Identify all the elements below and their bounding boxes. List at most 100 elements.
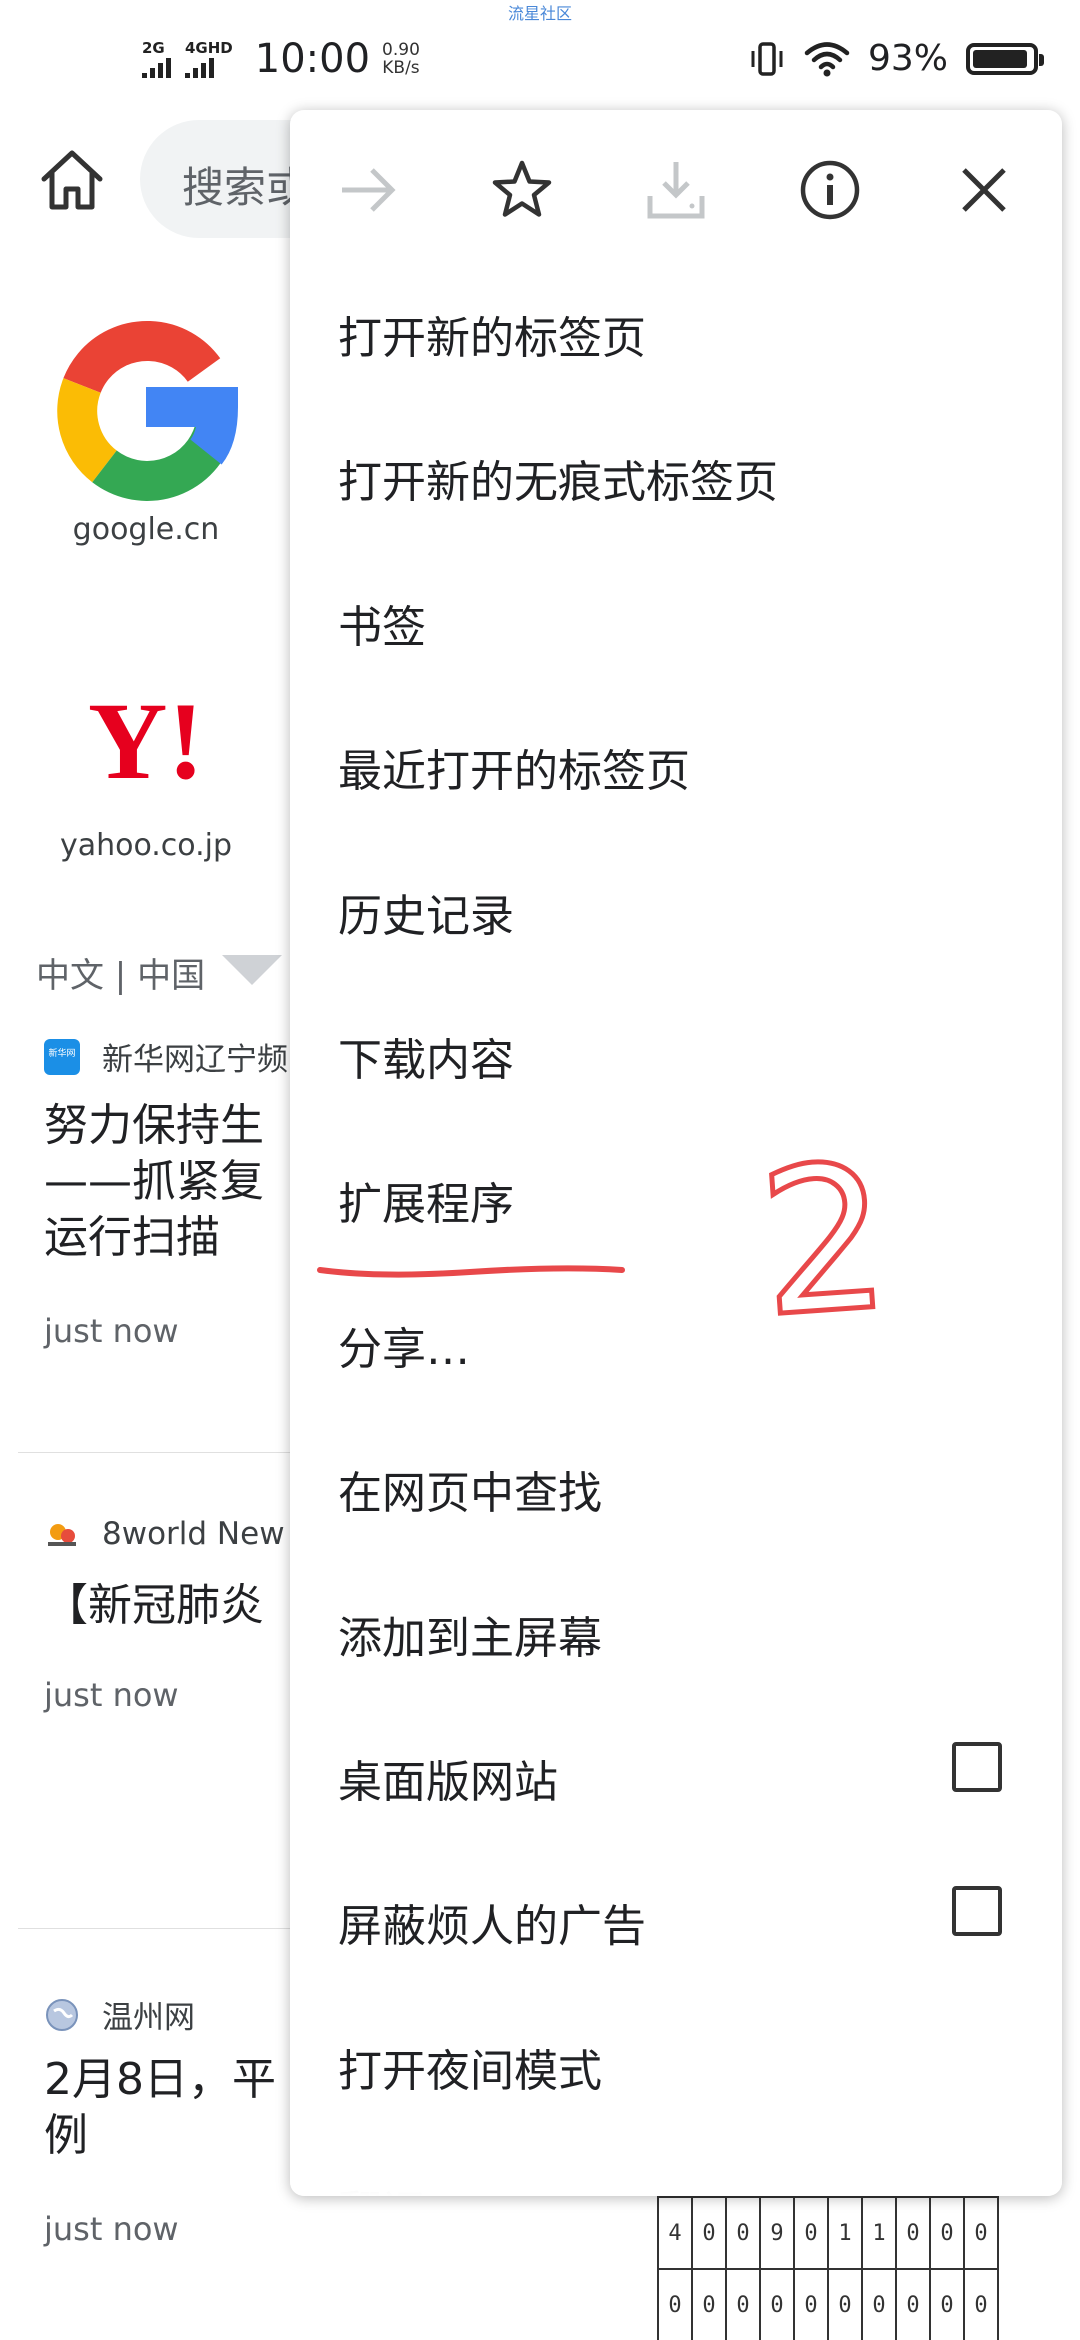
vibrate-icon	[751, 41, 783, 76]
news-title-line: 例	[44, 2110, 88, 2161]
digit-cell: 0	[657, 2268, 693, 2340]
forward-button[interactable]	[328, 150, 408, 230]
divider	[18, 1928, 308, 1929]
menu-item-downloads[interactable]: 下载内容	[338, 1024, 1018, 1088]
news-title-line: 2月8日，平	[44, 2054, 276, 2105]
8world-icon	[48, 1524, 76, 1546]
digit-cell: 0	[691, 2268, 727, 2340]
close-icon	[962, 168, 1006, 212]
menu-toolbar	[290, 110, 1062, 260]
network-speed-unit: KB/s	[382, 58, 420, 78]
news-title[interactable]: 2月8日，平 例	[44, 2052, 276, 2164]
digit-cell: 0	[759, 2268, 795, 2340]
xinhua-badge: 新华网	[48, 1048, 76, 1059]
news-title[interactable]: 【新冠肺炎	[44, 1578, 264, 1634]
news-time: just now	[44, 2210, 179, 2248]
xinhua-icon: 新华网	[44, 1038, 80, 1075]
news-source: 新华网 新华网辽宁频	[44, 1034, 288, 1079]
menu-item-new-incognito-tab[interactable]: 打开新的无痕式标签页	[338, 446, 1018, 510]
digit-cell: 9	[759, 2196, 795, 2270]
menu-scroll-fade	[290, 2126, 1062, 2196]
digit-grid-row: 0 0 0 0 0 0 0 0 0 0	[657, 2268, 999, 2340]
chevron-down-icon[interactable]	[222, 955, 282, 985]
digit-cell: 0	[929, 2196, 965, 2270]
digit-grid: 4 0 0 9 0 1 1 0 0 0 0 0 0 0 0 0 0 0 0 0	[657, 2196, 999, 2340]
network-speed-value: 0.90	[382, 40, 420, 60]
menu-item-find-in-page[interactable]: 在网页中查找	[338, 1457, 1018, 1521]
signal-2g: 2G	[142, 40, 171, 78]
battery-percent: 93%	[867, 38, 948, 79]
news-title-line: 运行扫描	[44, 1212, 220, 1263]
clock: 10:00	[254, 36, 371, 82]
block-ads-checkbox[interactable]	[952, 1886, 1002, 1936]
news-source: 温州网	[44, 1992, 195, 2037]
menu-item-add-to-home[interactable]: 添加到主屏幕	[338, 1602, 1018, 1666]
digit-cell: 1	[827, 2196, 863, 2270]
wifi-icon	[804, 41, 850, 76]
news-source-label: 新华网辽宁频	[102, 1042, 288, 1078]
signal-2g-label: 2G	[142, 39, 165, 57]
page-info-button[interactable]	[790, 150, 870, 230]
news-time: just now	[44, 1676, 179, 1714]
bookmark-button[interactable]	[482, 150, 562, 230]
news-title-line: 努力保持生	[44, 1100, 264, 1151]
digit-grid-row: 4 0 0 9 0 1 1 0 0 0	[657, 2196, 999, 2270]
info-icon	[800, 160, 860, 220]
digit-cell: 0	[895, 2268, 931, 2340]
digit-cell: 0	[963, 2268, 999, 2340]
overflow-menu: 打开新的标签页 打开新的无痕式标签页 书签 最近打开的标签页 历史记录 下载内容…	[290, 110, 1062, 2196]
menu-item-extensions[interactable]: 扩展程序	[338, 1168, 1018, 1232]
digit-cell: 0	[725, 2268, 761, 2340]
digit-cell: 0	[929, 2268, 965, 2340]
digit-cell: 0	[861, 2268, 897, 2340]
download-icon	[647, 162, 705, 219]
menu-item-recent-tabs[interactable]: 最近打开的标签页	[338, 735, 1018, 799]
language-selector[interactable]: 中文 | 中国	[36, 948, 205, 997]
svg-text:Y!: Y!	[88, 680, 204, 800]
digit-cell: 0	[963, 2196, 999, 2270]
news-title-line: ——抓紧复	[44, 1156, 264, 1207]
divider	[18, 1452, 308, 1453]
watermark: 流星社区	[507, 4, 572, 23]
shortcut-google[interactable]: google.cn	[26, 312, 266, 547]
digit-cell: 0	[793, 2196, 829, 2270]
digit-cell: 0	[793, 2268, 829, 2340]
home-icon[interactable]	[36, 145, 108, 217]
yahoo-logo-icon: Y!	[88, 680, 204, 800]
menu-item-night-mode[interactable]: 打开夜间模式	[338, 2035, 1018, 2099]
menu-item-new-tab[interactable]: 打开新的标签页	[338, 302, 1018, 366]
google-logo-icon	[57, 321, 239, 501]
menu-item-desktop-site[interactable]: 桌面版网站	[338, 1746, 1018, 1810]
close-button[interactable]	[944, 150, 1024, 230]
globe-icon	[46, 1998, 78, 2031]
signal-bars-icon	[142, 58, 171, 78]
digit-cell: 4	[657, 2196, 693, 2270]
status-right: 93%	[748, 38, 1044, 79]
menu-item-history[interactable]: 历史记录	[338, 880, 1018, 944]
shortcut-yahoo[interactable]: Y! yahoo.co.jp	[26, 680, 266, 863]
menu-item-bookmarks[interactable]: 书签	[338, 591, 1018, 655]
news-title-line: 【新冠肺炎	[44, 1580, 264, 1631]
battery-fill	[973, 49, 1027, 68]
desktop-site-checkbox[interactable]	[952, 1742, 1002, 1792]
shortcut-google-label: google.cn	[72, 512, 220, 547]
news-time: just now	[44, 1312, 179, 1350]
menu-item-share[interactable]: 分享…	[338, 1313, 1018, 1377]
network-speed: 0.90 KB/s	[382, 41, 420, 77]
news-source: 8world New	[44, 1516, 285, 1552]
news-source-label: 温州网	[102, 2000, 195, 2036]
digit-cell: 0	[895, 2196, 931, 2270]
digit-cell: 0	[725, 2196, 761, 2270]
status-bar: 流星社区 2G 4GHD 10:00 0.90 KB/s 93%	[0, 0, 1080, 110]
digit-cell: 0	[691, 2196, 727, 2270]
battery-icon	[966, 42, 1044, 75]
signal-4g: 4GHD	[185, 40, 233, 78]
signal-4g-label: 4GHD	[185, 39, 233, 57]
menu-item-block-ads[interactable]: 屏蔽烦人的广告	[338, 1890, 1018, 1954]
digit-cell: 1	[861, 2196, 897, 2270]
arrow-right-icon	[342, 168, 396, 212]
download-button[interactable]	[636, 150, 716, 230]
news-source-label: 8world New	[102, 1516, 285, 1552]
signal-bars-icon	[185, 58, 214, 78]
news-title[interactable]: 努力保持生 ——抓紧复 运行扫描	[44, 1098, 264, 1266]
